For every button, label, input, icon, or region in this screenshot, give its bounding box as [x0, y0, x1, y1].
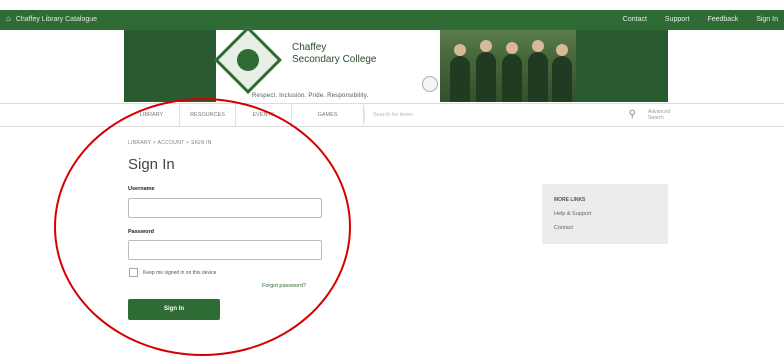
school-logo-icon [214, 26, 282, 94]
search-input[interactable]: Search for items ⚲ [364, 109, 644, 122]
search-placeholder: Search for items [373, 112, 414, 118]
school-name: Chaffey Secondary College [292, 42, 377, 65]
search-icon[interactable]: ⚲ [629, 109, 636, 121]
banner-right-panel [576, 30, 668, 102]
school-motto: Respect. Inclusion. Pride. Responsibilit… [252, 93, 369, 99]
top-links: Contact Support Feedback Sign In [623, 16, 778, 23]
annotation-circle [54, 98, 351, 356]
school-banner: Chaffey Secondary College Respect. Inclu… [124, 26, 668, 102]
feedback-link[interactable]: Feedback [707, 16, 738, 23]
tab-games[interactable]: GAMES [292, 104, 364, 126]
support-link[interactable]: Support [665, 16, 690, 23]
advanced-search-link[interactable]: Advanced Search [648, 109, 678, 121]
students-photo [440, 30, 576, 102]
banner-left-panel [124, 30, 216, 102]
more-links-panel: MORE LINKS Help & Support Contact [542, 184, 668, 244]
home-link[interactable]: ⌂ Chaffey Library Catalogue [6, 15, 97, 23]
home-icon: ⌂ [6, 14, 11, 23]
help-support-link[interactable]: Help & Support [554, 211, 591, 217]
home-link-label: Chaffey Library Catalogue [15, 15, 98, 23]
school-seal-icon [422, 76, 438, 92]
more-links-heading: MORE LINKS [554, 197, 586, 203]
signin-link[interactable]: Sign In [756, 16, 778, 23]
contact-panel-link[interactable]: Contact [554, 225, 573, 231]
top-bar: ⌂ Chaffey Library Catalogue Contact Supp… [0, 10, 784, 30]
contact-link[interactable]: Contact [623, 16, 647, 23]
